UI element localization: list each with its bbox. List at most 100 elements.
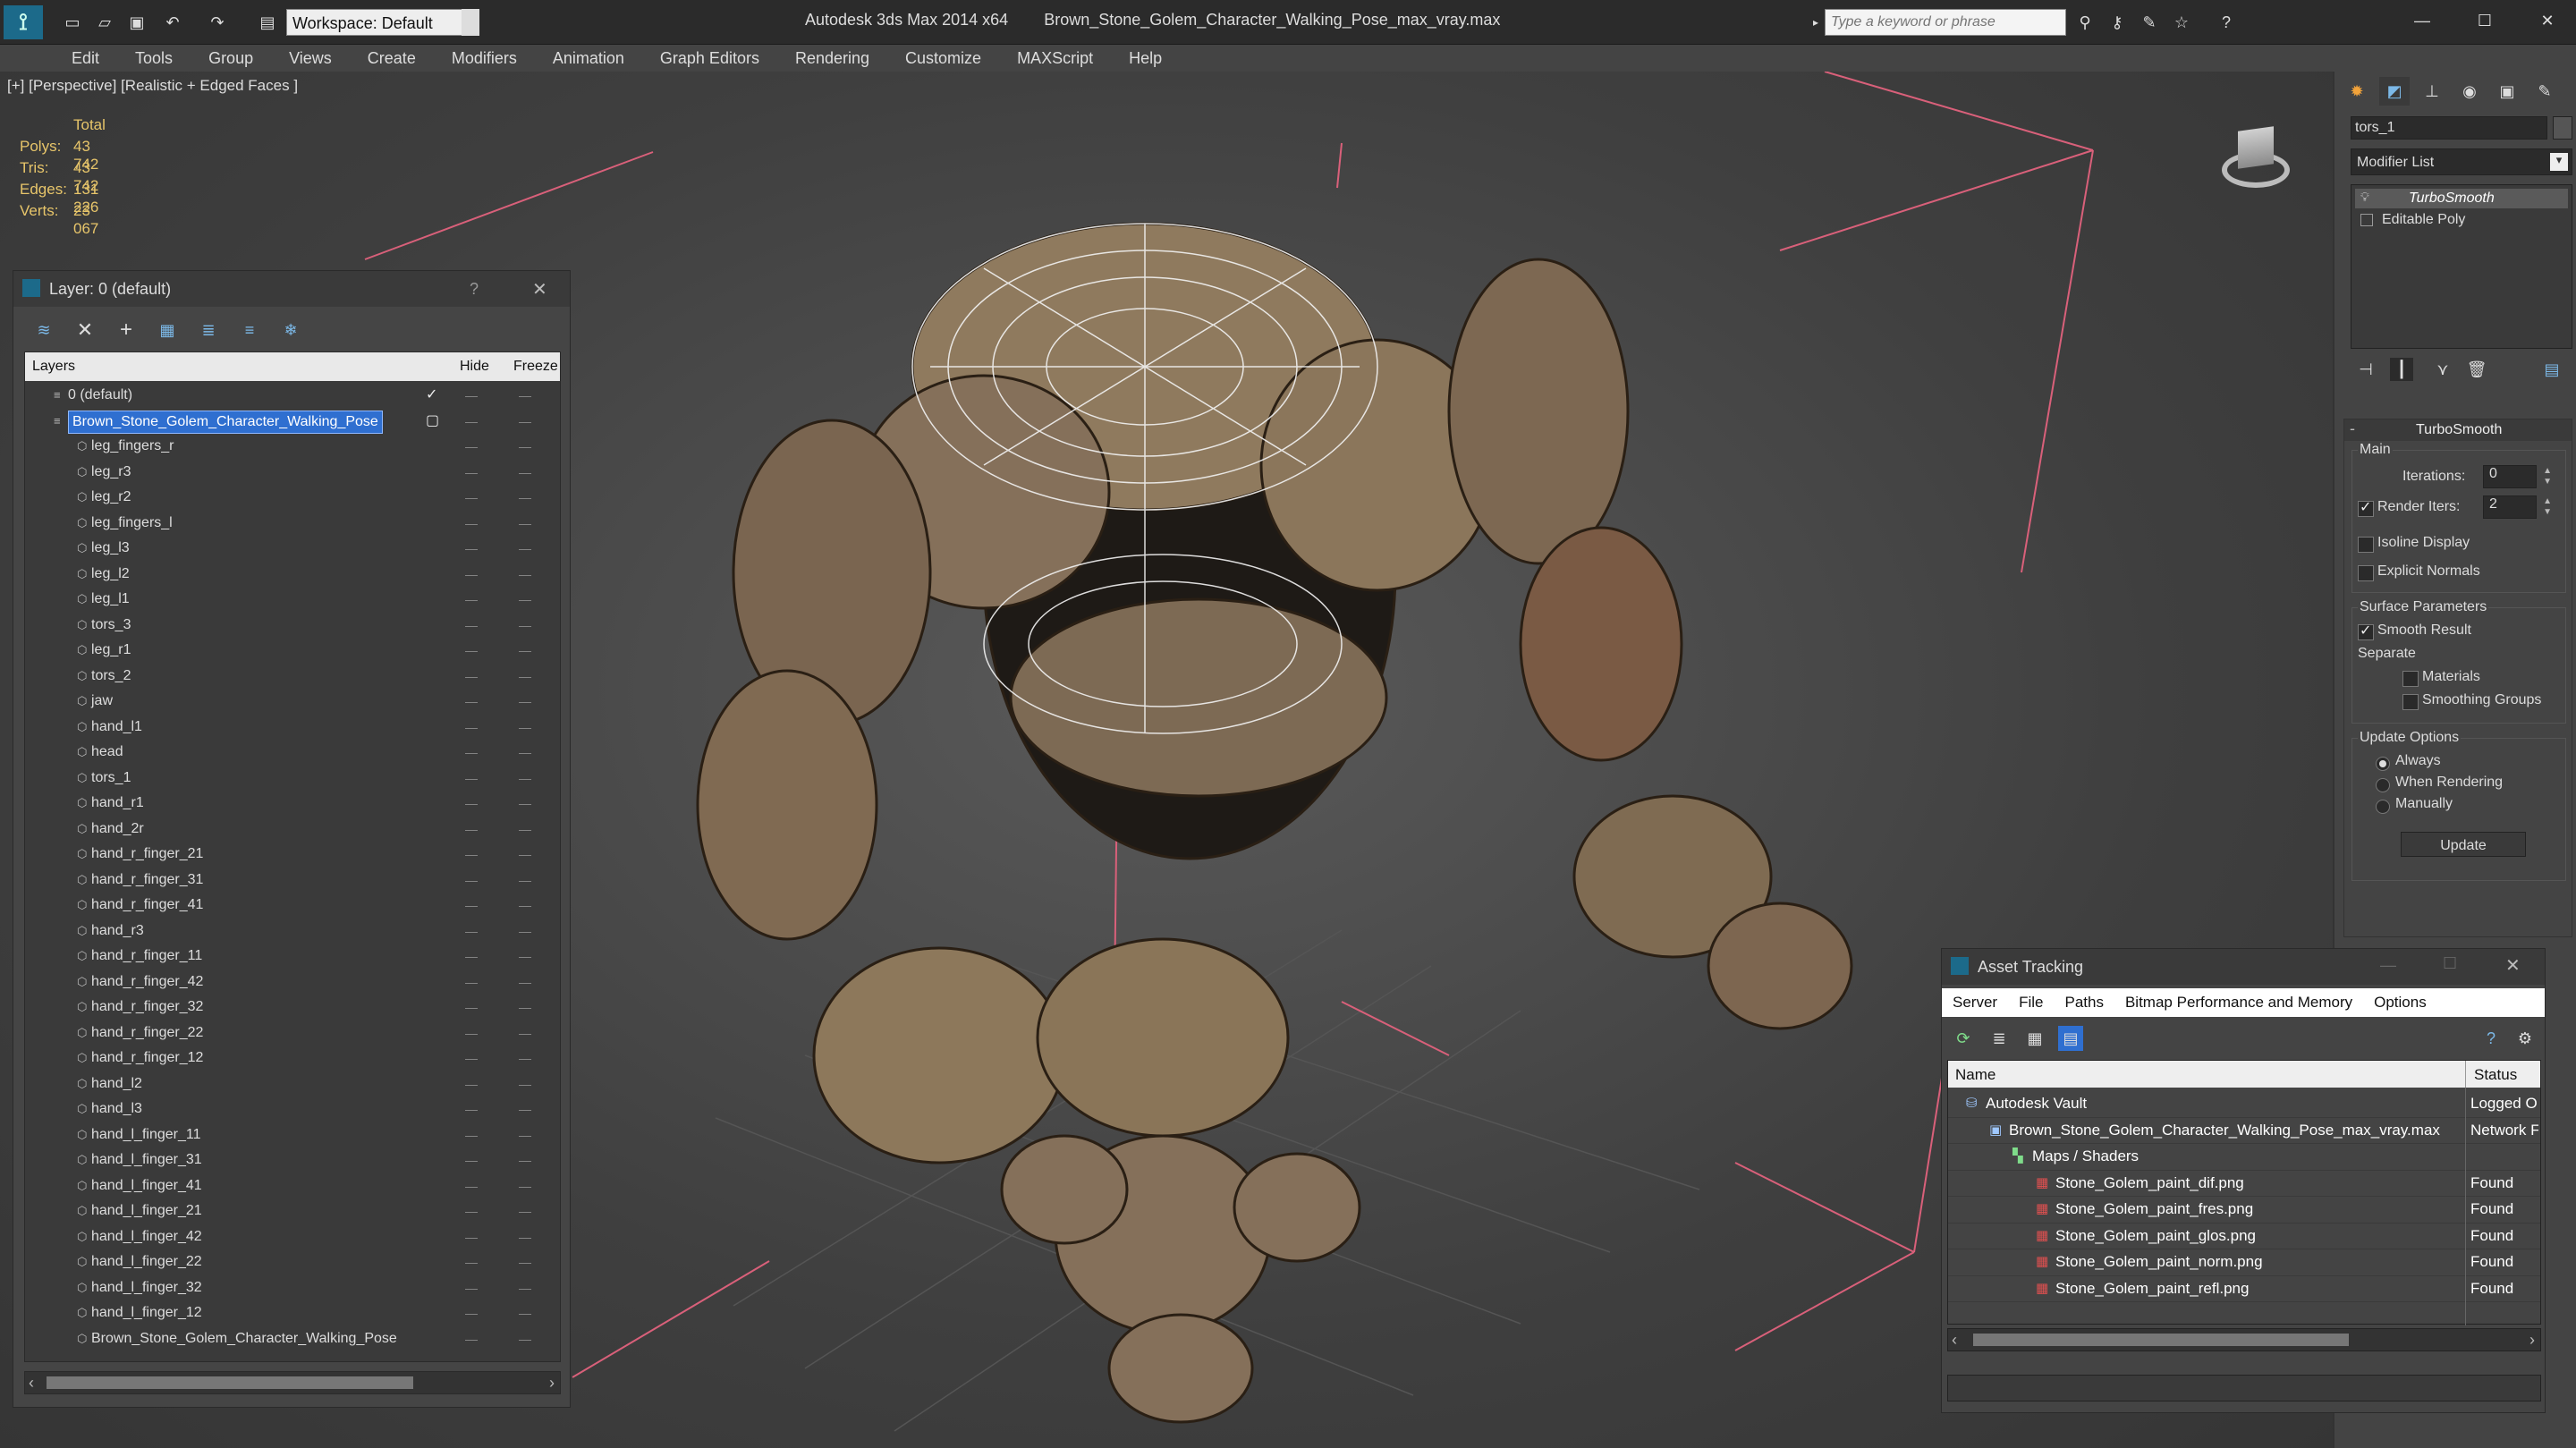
freeze-toggle[interactable]: — <box>519 715 532 741</box>
hide-toggle[interactable]: — <box>465 715 479 741</box>
menu-create[interactable]: Create <box>350 45 434 72</box>
asset-row[interactable]: ⛁ Autodesk Vault Logged O <box>1948 1091 2540 1118</box>
hide-toggle[interactable]: — <box>465 766 479 792</box>
motion-tab-icon[interactable]: ◉ <box>2454 77 2485 106</box>
explicit-normals-checkbox[interactable] <box>2358 565 2374 581</box>
close-icon[interactable]: ✕ <box>2505 954 2521 977</box>
minimize-icon[interactable]: — <box>2380 956 2396 975</box>
asset-row[interactable]: ▦ Stone_Golem_paint_refl.png Found <box>1948 1276 2540 1302</box>
object-row[interactable]: ⬡ hand_l2 — — <box>25 1071 560 1097</box>
make-unique-icon[interactable]: ⋎ <box>2431 358 2454 381</box>
hide-toggle[interactable]: — <box>465 868 479 893</box>
spinner-arrows-icon[interactable]: ▲ ▼ <box>2543 466 2552 487</box>
hide-toggle[interactable]: — <box>465 1097 479 1122</box>
object-row[interactable]: ⬡ head — — <box>25 740 560 766</box>
when-rendering-radio[interactable] <box>2376 778 2390 792</box>
freeze-toggle[interactable]: — <box>519 817 532 843</box>
object-row[interactable]: ⬡ hand_l_finger_11 — — <box>25 1122 560 1148</box>
hide-toggle[interactable]: — <box>465 587 479 613</box>
freeze-toggle[interactable]: — <box>519 638 532 664</box>
object-row[interactable]: ⬡ hand_l_finger_32 — — <box>25 1275 560 1301</box>
search-expand-icon[interactable]: ▸ <box>1809 11 1823 34</box>
hide-toggle[interactable]: — <box>465 1071 479 1097</box>
hide-toggle[interactable]: — <box>465 791 479 817</box>
hide-toggle[interactable]: — <box>465 970 479 995</box>
object-row[interactable]: ⬡ hand_r_finger_21 — — <box>25 842 560 868</box>
hide-toggle[interactable]: — <box>465 664 479 690</box>
scroll-right-icon[interactable]: › <box>2529 1331 2535 1350</box>
show-end-result-icon[interactable]: ┃ <box>2390 358 2413 381</box>
column-status[interactable]: Status <box>2474 1066 2517 1084</box>
object-row[interactable]: ⬡ hand_r_finger_42 — — <box>25 970 560 995</box>
menu-maxscript[interactable]: MAXScript <box>999 45 1111 72</box>
hide-toggle[interactable]: — <box>465 409 479 435</box>
freeze-toggle[interactable]: — <box>519 562 532 588</box>
freeze-toggle[interactable]: — <box>519 536 532 562</box>
hide-toggle[interactable]: — <box>465 893 479 919</box>
hide-toggle[interactable]: — <box>465 944 479 970</box>
menu-animation[interactable]: Animation <box>535 45 642 72</box>
asset-menu-bitmap-performance-and-memory[interactable]: Bitmap Performance and Memory <box>2114 988 2363 1017</box>
hide-all-layers-icon[interactable]: ≡ <box>237 318 262 343</box>
hide-toggle[interactable]: — <box>465 1326 479 1352</box>
hide-toggle[interactable]: — <box>465 485 479 511</box>
redo-icon[interactable]: ↷ <box>206 11 229 34</box>
freeze-toggle[interactable]: — <box>519 919 532 944</box>
star-icon[interactable]: ☆ <box>2170 11 2193 34</box>
hide-toggle[interactable]: — <box>465 1173 479 1199</box>
object-row[interactable]: ⬡ leg_l3 — — <box>25 536 560 562</box>
asset-row[interactable]: ▦ Stone_Golem_paint_dif.png Found <box>1948 1171 2540 1197</box>
current-layer-checkmark-icon[interactable]: ✓ <box>426 383 437 409</box>
object-row[interactable]: ⬡ hand_l_finger_42 — — <box>25 1224 560 1250</box>
asset-tracking-titlebar[interactable]: Asset Tracking — ☐ ✕ <box>1942 949 2545 985</box>
object-row[interactable]: ⬡ leg_l2 — — <box>25 562 560 588</box>
object-row[interactable]: ⬡ leg_r2 — — <box>25 485 560 511</box>
freeze-toggle[interactable]: — <box>519 460 532 486</box>
freeze-toggle[interactable]: — <box>519 1224 532 1250</box>
scroll-thumb[interactable] <box>47 1376 413 1389</box>
display-tab-icon[interactable]: ▣ <box>2492 77 2522 106</box>
freeze-toggle[interactable]: — <box>519 868 532 893</box>
hide-toggle[interactable]: — <box>465 383 479 409</box>
tools-icon[interactable]: ✎ <box>2138 11 2161 34</box>
asset-horizontal-scrollbar[interactable]: ‹ › <box>1947 1328 2541 1351</box>
materials-checkbox[interactable] <box>2402 671 2419 687</box>
menu-modifiers[interactable]: Modifiers <box>434 45 535 72</box>
workspace-dropdown[interactable]: Workspace: Default ▾ <box>286 9 478 36</box>
freeze-toggle[interactable]: — <box>519 970 532 995</box>
open-file-icon[interactable]: ▱ <box>93 11 116 34</box>
freeze-toggle[interactable]: — <box>519 1097 532 1122</box>
search-input[interactable] <box>1825 9 2066 36</box>
object-row[interactable]: ⬡ hand_r_finger_32 — — <box>25 995 560 1020</box>
modifier-list-dropdown[interactable]: Modifier List ▾ <box>2351 148 2572 175</box>
hide-toggle[interactable]: — <box>465 1020 479 1046</box>
freeze-all-layers-icon[interactable]: ❄ <box>278 318 303 343</box>
object-row[interactable]: ⬡ Brown_Stone_Golem_Character_Walking_Pos… <box>25 1326 560 1352</box>
hide-toggle[interactable]: — <box>465 613 479 639</box>
modify-tab-icon[interactable]: ◩ <box>2379 77 2410 106</box>
expand-box-icon[interactable] <box>2360 214 2373 226</box>
object-row[interactable]: ⬡ hand_r_finger_22 — — <box>25 1020 560 1046</box>
maximize-icon[interactable]: ☐ <box>2469 9 2501 32</box>
asset-row[interactable]: ▦ Stone_Golem_paint_norm.png Found <box>1948 1249 2540 1276</box>
object-row[interactable]: ⬡ hand_l_finger_41 — — <box>25 1173 560 1199</box>
freeze-toggle[interactable]: — <box>519 740 532 766</box>
object-row[interactable]: ⬡ hand_r3 — — <box>25 919 560 944</box>
object-row[interactable]: ⬡ hand_l_finger_12 — — <box>25 1300 560 1326</box>
object-row[interactable]: ⬡ leg_l1 — — <box>25 587 560 613</box>
asset-menu-options[interactable]: Options <box>2363 988 2437 1017</box>
hierarchy-tab-icon[interactable]: ⊥ <box>2417 77 2447 106</box>
freeze-toggle[interactable]: — <box>519 1300 532 1326</box>
scroll-left-icon[interactable]: ‹ <box>29 1374 34 1393</box>
column-freeze[interactable]: Freeze <box>513 359 558 375</box>
freeze-toggle[interactable]: — <box>519 587 532 613</box>
layer-horizontal-scrollbar[interactable]: ‹ › <box>24 1371 561 1394</box>
hide-toggle[interactable]: — <box>465 562 479 588</box>
scroll-right-icon[interactable]: › <box>549 1374 555 1393</box>
new-file-icon[interactable]: ▭ <box>61 11 84 34</box>
hide-toggle[interactable]: — <box>465 1249 479 1275</box>
object-row[interactable]: ⬡ hand_l3 — — <box>25 1097 560 1122</box>
hide-toggle[interactable]: — <box>465 638 479 664</box>
object-color-swatch[interactable] <box>2553 116 2572 140</box>
object-row[interactable]: ⬡ tors_2 — — <box>25 664 560 690</box>
